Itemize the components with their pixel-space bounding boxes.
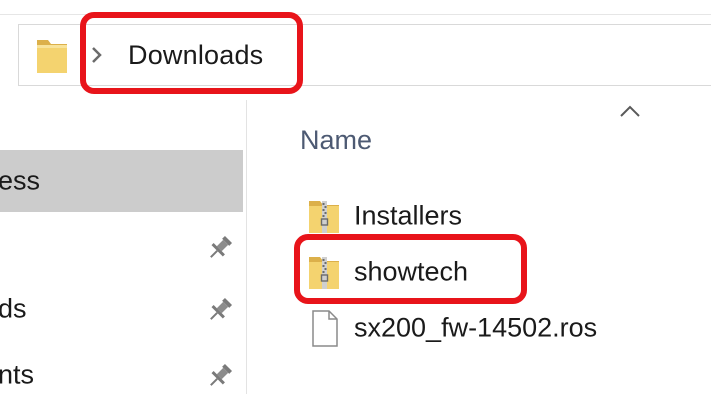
file-name: Installers xyxy=(354,200,463,231)
nav-item-desktop[interactable] xyxy=(0,216,243,278)
navigation-pane: ess ds nts xyxy=(0,100,247,394)
pane-divider[interactable] xyxy=(246,100,247,394)
nav-item-label: ds xyxy=(0,293,27,324)
highlight-box-address xyxy=(80,12,303,94)
file-row-sx200-firmware[interactable]: sx200_fw-14502.ros xyxy=(300,300,700,356)
nav-item-documents[interactable]: nts xyxy=(0,344,243,394)
zip-folder-icon xyxy=(309,201,339,233)
nav-item-label: nts xyxy=(0,359,35,390)
nav-item-label: ess xyxy=(0,165,41,196)
sort-up-icon xyxy=(620,105,640,117)
column-header-name[interactable]: Name xyxy=(300,122,372,158)
highlight-box-showtech xyxy=(294,234,527,304)
pin-icon[interactable] xyxy=(205,296,235,324)
pin-icon[interactable] xyxy=(205,234,235,262)
file-explorer-window: Downloads ess ds nts Name Installers sho… xyxy=(0,0,711,394)
file-icon xyxy=(312,310,338,347)
nav-item-downloads[interactable]: ds xyxy=(0,278,243,340)
pin-icon[interactable] xyxy=(205,362,235,390)
folder-icon xyxy=(37,40,67,73)
nav-item-quick-access[interactable]: ess xyxy=(0,150,243,212)
file-name: sx200_fw-14502.ros xyxy=(354,312,598,343)
